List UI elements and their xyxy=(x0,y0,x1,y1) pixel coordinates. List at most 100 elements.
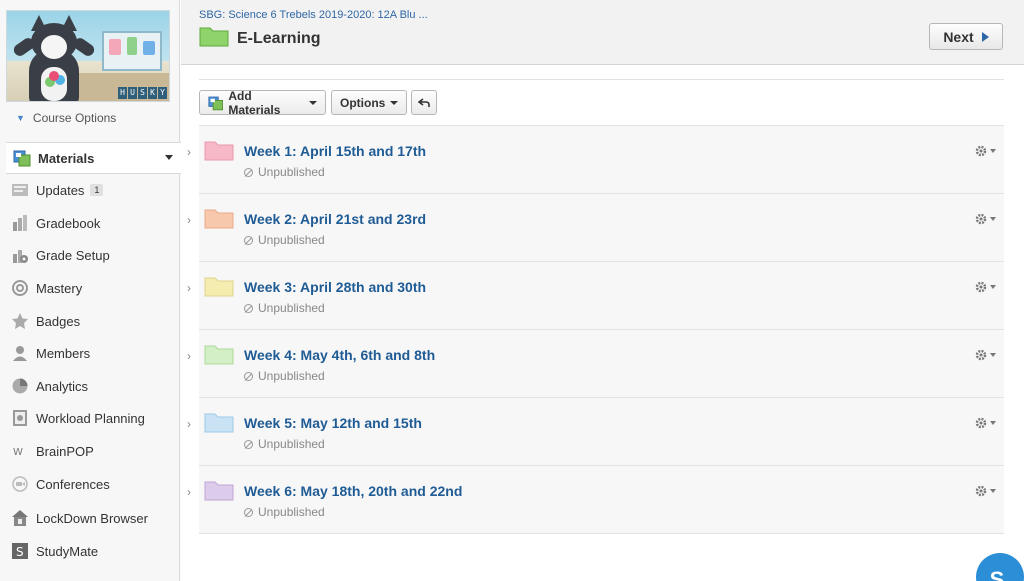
course-options-toggle[interactable]: ▼ Course Options xyxy=(16,111,116,125)
sidebar-item-label: Badges xyxy=(36,313,81,329)
sidebar-item-updates[interactable]: Updates 1 xyxy=(0,175,180,205)
course-options-label: Course Options xyxy=(32,111,117,125)
caret-down-icon xyxy=(390,100,399,105)
caret-down-icon xyxy=(990,149,996,153)
sidebar-item-label: Analytics xyxy=(36,378,89,394)
gear-menu-button[interactable] xyxy=(974,212,996,226)
folder-row[interactable]: › Week 1: April 15th and 17th Unpublishe… xyxy=(187,126,1004,194)
sidebar-item-label: Materials xyxy=(38,150,95,166)
folder-icon xyxy=(199,27,229,47)
sidebar-item-materials[interactable]: Materials xyxy=(6,142,181,174)
lockdown-icon xyxy=(10,509,30,527)
gear-icon xyxy=(975,145,987,157)
folder-status-label: Unpublished xyxy=(258,369,325,383)
chevron-right-icon[interactable]: › xyxy=(187,349,191,363)
svg-text:W: W xyxy=(13,447,23,458)
chevron-right-icon[interactable]: › xyxy=(187,145,191,159)
husky-letter: Y xyxy=(158,87,167,99)
next-button[interactable]: Next xyxy=(929,23,1003,50)
folder-title-link[interactable]: Week 2: April 21st and 23rd xyxy=(244,211,426,227)
flask-pink xyxy=(109,39,121,55)
sidebar-item-gradebook[interactable]: Gradebook xyxy=(0,208,180,238)
gear-menu-button[interactable] xyxy=(974,144,996,158)
folder-title-link[interactable]: Week 5: May 12th and 15th xyxy=(244,415,422,431)
gear-icon xyxy=(975,281,987,293)
sidebar-item-mastery[interactable]: Mastery xyxy=(0,273,180,303)
sidebar-item-conferences[interactable]: Conferences xyxy=(0,469,180,499)
paint-splotches xyxy=(49,71,59,81)
chevron-down-icon[interactable] xyxy=(165,155,173,160)
page-header: SBG: Science 6 Trebels 2019-2020: 12A Bl… xyxy=(181,0,1024,65)
folder-row[interactable]: › Week 5: May 12th and 15th Unpublished xyxy=(187,398,1004,466)
members-icon xyxy=(10,344,30,362)
sidebar-item-members[interactable]: Members xyxy=(0,338,180,368)
folder-icon xyxy=(204,345,234,365)
sidebar-item-badges[interactable]: Badges xyxy=(0,306,180,336)
folder-row[interactable]: › Week 6: May 18th, 20th and 22nd Unpubl… xyxy=(187,466,1004,534)
sidebar-item-label: Updates xyxy=(36,182,85,198)
sidebar-item-label: LockDown Browser xyxy=(36,510,148,526)
gear-icon xyxy=(975,349,987,361)
conferences-icon xyxy=(10,475,30,493)
sidebar-item-brainpop[interactable]: W BrainPOP xyxy=(0,436,180,466)
sidebar-item-label: Mastery xyxy=(36,280,83,296)
arrow-right-icon xyxy=(981,31,989,42)
sidebar-item-label: Grade Setup xyxy=(36,247,110,263)
folder-icon xyxy=(204,413,234,433)
sidebar: H U S K Y ▼ Course Options Materials Upd… xyxy=(0,0,181,581)
folder-status: Unpublished xyxy=(244,369,325,383)
chevron-right-icon[interactable]: › xyxy=(187,281,191,295)
chevron-right-icon[interactable]: › xyxy=(187,485,191,499)
chevron-right-icon[interactable]: › xyxy=(187,417,191,431)
sidebar-item-studymate[interactable]: S StudyMate xyxy=(0,536,180,566)
caret-down-icon xyxy=(990,489,996,493)
badges-icon xyxy=(10,312,30,330)
undo-button[interactable] xyxy=(411,90,437,115)
gear-menu-button[interactable] xyxy=(974,484,996,498)
sidebar-item-analytics[interactable]: Analytics xyxy=(0,371,180,401)
gear-icon xyxy=(975,417,987,429)
materials-list: › Week 1: April 15th and 17th Unpublishe… xyxy=(187,125,1004,534)
unpublished-icon xyxy=(244,167,253,177)
unpublished-icon xyxy=(244,439,253,449)
chevron-right-icon[interactable]: › xyxy=(187,213,191,227)
folder-status-label: Unpublished xyxy=(258,505,325,519)
sidebar-item-lockdown-browser[interactable]: LockDown Browser xyxy=(0,503,180,533)
folder-row[interactable]: › Week 4: May 4th, 6th and 8th Unpublish… xyxy=(187,330,1004,398)
page-title: E-Learning xyxy=(237,30,321,47)
options-label: Options xyxy=(340,95,386,110)
folder-icon xyxy=(204,141,234,161)
breadcrumb[interactable]: SBG: Science 6 Trebels 2019-2020: 12A Bl… xyxy=(199,9,428,21)
gear-menu-button[interactable] xyxy=(974,348,996,362)
caret-down-icon xyxy=(990,421,996,425)
studymate-icon: S xyxy=(10,542,30,560)
husky-letter: K xyxy=(148,87,157,99)
mastery-icon xyxy=(10,279,30,297)
husky-letter: H xyxy=(118,87,127,99)
next-button-label: Next xyxy=(943,28,974,45)
avatar[interactable]: S xyxy=(976,553,1024,581)
folder-title-link[interactable]: Week 3: April 28th and 30th xyxy=(244,279,426,295)
course-image[interactable]: H U S K Y xyxy=(6,10,170,102)
folder-row[interactable]: › Week 2: April 21st and 23rd Unpublishe… xyxy=(187,194,1004,262)
grade-setup-icon xyxy=(10,246,30,264)
folder-icon xyxy=(204,209,234,229)
options-button[interactable]: Options xyxy=(331,90,407,115)
gear-menu-button[interactable] xyxy=(974,416,996,430)
folder-title-link[interactable]: Week 1: April 15th and 17th xyxy=(244,143,426,159)
materials-icon xyxy=(12,149,32,167)
folder-title-link[interactable]: Week 4: May 4th, 6th and 8th xyxy=(244,347,435,363)
folder-status-label: Unpublished xyxy=(258,233,325,247)
gear-menu-button[interactable] xyxy=(974,280,996,294)
gradebook-icon xyxy=(10,214,30,232)
unpublished-icon xyxy=(244,235,253,245)
folder-status: Unpublished xyxy=(244,165,325,179)
sidebar-item-grade-setup[interactable]: Grade Setup xyxy=(0,240,180,270)
folder-status: Unpublished xyxy=(244,233,325,247)
folder-icon xyxy=(204,277,234,297)
folder-row[interactable]: › Week 3: April 28th and 30th Unpublishe… xyxy=(187,262,1004,330)
folder-title-link[interactable]: Week 6: May 18th, 20th and 22nd xyxy=(244,483,462,499)
sidebar-item-workload-planning[interactable]: Workload Planning xyxy=(0,403,180,433)
add-materials-button[interactable]: Add Materials xyxy=(199,89,326,117)
folder-status: Unpublished xyxy=(244,301,325,315)
